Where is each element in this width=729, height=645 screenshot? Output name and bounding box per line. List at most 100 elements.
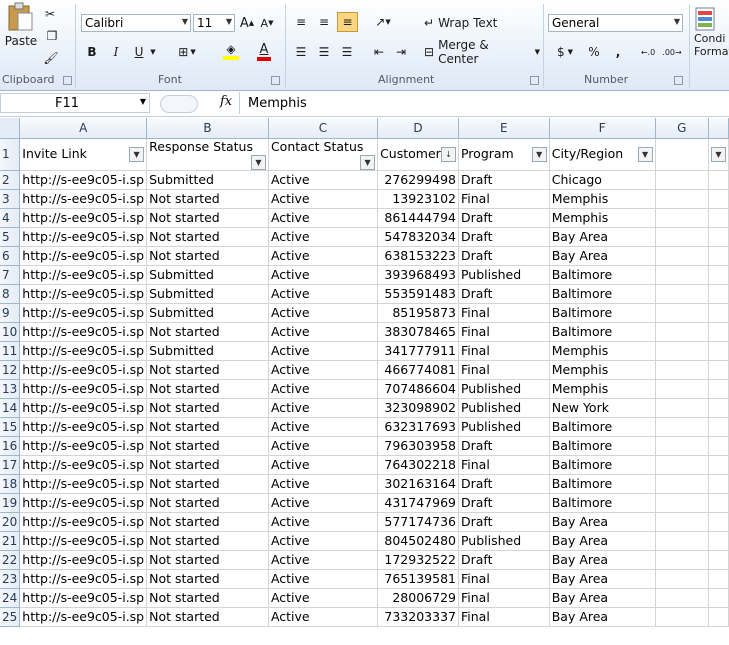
header-cell[interactable]: Contact Status ▼ (268, 138, 379, 171)
cell[interactable]: Submitted (146, 303, 269, 323)
cell[interactable]: http://s-ee9c05-i.sp (19, 265, 148, 285)
cell[interactable]: 172932522 (377, 550, 459, 570)
cell[interactable]: 577174736 (377, 512, 459, 532)
cell[interactable]: http://s-ee9c05-i.sp (19, 474, 148, 494)
cell[interactable]: Not started (146, 379, 269, 399)
cell[interactable]: Submitted (146, 341, 269, 361)
copy-icon[interactable]: ❐ (42, 28, 62, 44)
cell[interactable]: Active (268, 455, 379, 475)
cell[interactable] (708, 208, 729, 228)
cell[interactable] (708, 512, 729, 532)
cell[interactable]: Active (268, 303, 379, 323)
cell[interactable]: Draft (458, 284, 550, 304)
header-cell[interactable]: Response Status ▼ (146, 138, 269, 171)
orientation-icon[interactable]: ↗ ▼ (371, 13, 395, 31)
row-header[interactable]: 5 (0, 227, 21, 247)
italic-button[interactable]: I (107, 43, 125, 61)
cell[interactable]: Bay Area (549, 569, 656, 589)
cell[interactable]: Bay Area (549, 246, 656, 266)
row-header[interactable]: 17 (0, 455, 21, 475)
cell[interactable]: 638153223 (377, 246, 459, 266)
cell[interactable]: Baltimore (549, 493, 656, 513)
cell[interactable]: Published (458, 398, 550, 418)
align-top-icon[interactable]: ≡ (292, 13, 310, 31)
cell[interactable]: Bay Area (549, 227, 656, 247)
cell[interactable] (655, 474, 709, 494)
chevron-down-icon[interactable]: ▼ (140, 97, 146, 106)
cell[interactable]: Not started (146, 436, 269, 456)
filter-dropdown-icon[interactable]: ▼ (250, 154, 266, 169)
number-launcher-icon[interactable] (674, 76, 683, 85)
cell[interactable]: http://s-ee9c05-i.sp (19, 512, 148, 532)
cell[interactable]: Memphis (549, 341, 656, 361)
cell[interactable] (655, 208, 709, 228)
row-header[interactable]: 25 (0, 607, 21, 627)
underline-button[interactable]: U (130, 43, 148, 61)
cell[interactable]: http://s-ee9c05-i.sp (19, 360, 148, 380)
cell[interactable] (655, 284, 709, 304)
row-header[interactable]: 6 (0, 246, 21, 266)
cell[interactable] (708, 170, 729, 190)
cell[interactable]: Published (458, 531, 550, 551)
row-header[interactable]: 12 (0, 360, 21, 380)
column-header-g[interactable]: G (655, 118, 709, 139)
name-box[interactable]: F11 ▼ (0, 93, 150, 113)
cell[interactable] (708, 189, 729, 209)
cell[interactable]: Published (458, 265, 550, 285)
column-header-b[interactable]: B (146, 118, 269, 139)
cell[interactable]: 13923102 (377, 189, 459, 209)
cell[interactable] (708, 246, 729, 266)
cell[interactable] (708, 550, 729, 570)
cell[interactable]: Baltimore (549, 265, 656, 285)
cell[interactable]: Published (458, 379, 550, 399)
cell[interactable]: http://s-ee9c05-i.sp (19, 455, 148, 475)
cell[interactable] (655, 398, 709, 418)
cell[interactable] (708, 379, 729, 399)
cell[interactable] (655, 189, 709, 209)
cell[interactable]: Draft (458, 493, 550, 513)
cell[interactable]: Active (268, 512, 379, 532)
cell[interactable] (655, 170, 709, 190)
percent-button[interactable]: % (585, 43, 603, 61)
filter-dropdown-icon[interactable]: ▼ (531, 147, 547, 162)
font-name-combo[interactable]: Calibri ▼ (81, 14, 191, 32)
cell[interactable]: http://s-ee9c05-i.sp (19, 417, 148, 437)
cell[interactable]: Baltimore (549, 322, 656, 342)
font-size-combo[interactable]: 11 ▼ (193, 14, 235, 32)
cell[interactable]: Final (458, 607, 550, 627)
cell[interactable]: Draft (458, 170, 550, 190)
cell[interactable]: Final (458, 455, 550, 475)
increase-decimal-icon[interactable]: ←.0 (638, 43, 658, 61)
cell[interactable]: 393968493 (377, 265, 459, 285)
cell[interactable]: Not started (146, 607, 269, 627)
row-header[interactable]: 21 (0, 531, 21, 551)
align-left-icon[interactable]: ☰ (292, 43, 310, 61)
cell[interactable]: Final (458, 303, 550, 323)
select-all-corner[interactable] (0, 118, 21, 139)
filter-dropdown-icon[interactable]: ▼ (637, 147, 653, 162)
cut-icon[interactable]: ✂ (42, 6, 58, 22)
row-header[interactable]: 15 (0, 417, 21, 437)
bold-button[interactable]: B (83, 43, 101, 61)
cell[interactable] (655, 322, 709, 342)
cell[interactable]: 861444794 (377, 208, 459, 228)
row-header[interactable]: 7 (0, 265, 21, 285)
insert-function-icon[interactable]: fx (220, 94, 232, 109)
cell[interactable]: Draft (458, 208, 550, 228)
cell[interactable]: Not started (146, 398, 269, 418)
cell[interactable]: Active (268, 227, 379, 247)
cell[interactable] (708, 303, 729, 323)
cell[interactable]: Final (458, 322, 550, 342)
cell[interactable]: Not started (146, 246, 269, 266)
row-header[interactable]: 22 (0, 550, 21, 570)
cell[interactable] (655, 138, 709, 171)
row-header[interactable]: 9 (0, 303, 21, 323)
cell[interactable]: http://s-ee9c05-i.sp (19, 550, 148, 570)
filter-dropdown-icon[interactable]: ▼ (129, 147, 145, 162)
cell[interactable]: Baltimore (549, 303, 656, 323)
cell[interactable] (655, 493, 709, 513)
cell[interactable] (655, 550, 709, 570)
conditional-formatting-button[interactable]: Condi Format (694, 6, 729, 70)
align-center-icon[interactable]: ☰ (315, 43, 333, 61)
cell[interactable]: Active (268, 189, 379, 209)
